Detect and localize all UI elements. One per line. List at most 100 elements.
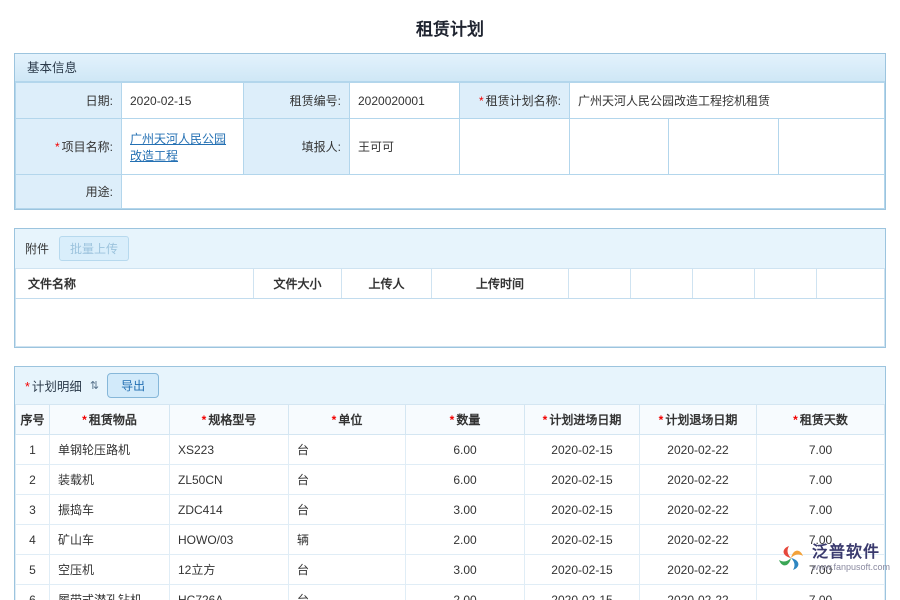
attachments-empty-area	[15, 299, 885, 347]
table-cell: 2020-02-15	[525, 525, 640, 555]
reporter-value: 王可可	[350, 119, 460, 175]
plan-detail-toolbar: *计划明细 ⇅ 导出	[15, 367, 885, 404]
table-row: 1单钢轮压路机XS223台6.002020-02-152020-02-227.0…	[16, 435, 885, 465]
required-mark: *	[25, 380, 30, 394]
column-header: *单位	[289, 405, 406, 435]
date-label: 日期:	[16, 83, 122, 119]
empty-cell	[460, 119, 570, 175]
table-row: 6履带式潜孔钻机HC726A台2.002020-02-152020-02-227…	[16, 585, 885, 600]
table-cell: 台	[289, 465, 406, 495]
table-cell: 2020-02-22	[640, 585, 757, 600]
purpose-label: 用途:	[16, 175, 122, 209]
column-header: 上传时间	[432, 269, 569, 299]
plan-name-label: *租赁计划名称:	[460, 83, 570, 119]
table-cell: 矿山车	[50, 525, 170, 555]
plan-detail-body: 1单钢轮压路机XS223台6.002020-02-152020-02-227.0…	[16, 435, 885, 600]
attachments-section-title: 附件	[25, 240, 49, 257]
required-mark: *	[659, 413, 664, 427]
required-mark: *	[332, 413, 337, 427]
reporter-label: 填报人:	[244, 119, 350, 175]
table-cell: 2020-02-22	[640, 525, 757, 555]
table-cell: 单钢轮压路机	[50, 435, 170, 465]
field-label: 填报人:	[302, 140, 341, 154]
table-cell: 4	[16, 525, 50, 555]
rental-no-label: 租赁编号:	[244, 83, 350, 119]
column-header: *规格型号	[170, 405, 289, 435]
basic-info-section: 基本信息 日期: 2020-02-15 租赁编号: 2020020001 *租赁…	[14, 53, 886, 210]
table-cell: 2020-02-15	[525, 495, 640, 525]
table-cell: 台	[289, 555, 406, 585]
required-mark: *	[479, 94, 484, 108]
table-cell: 2020-02-22	[640, 465, 757, 495]
empty-column-header	[817, 269, 885, 299]
purpose-value	[122, 175, 885, 209]
empty-column-header	[631, 269, 693, 299]
table-row: 2装载机ZL50CN台6.002020-02-152020-02-227.00	[16, 465, 885, 495]
table-cell: 振捣车	[50, 495, 170, 525]
table-cell: 空压机	[50, 555, 170, 585]
empty-column-header	[693, 269, 755, 299]
project-value: 广州天河人民公园改造工程	[122, 119, 244, 175]
column-header: *计划进场日期	[525, 405, 640, 435]
table-cell: 6	[16, 585, 50, 600]
field-label: 日期:	[86, 94, 113, 108]
table-cell: 6.00	[406, 465, 525, 495]
table-row: 用途:	[16, 175, 885, 209]
column-header: *数量	[406, 405, 525, 435]
table-cell: 2	[16, 465, 50, 495]
table-cell: 2020-02-15	[525, 555, 640, 585]
project-label: *项目名称:	[16, 119, 122, 175]
table-cell: 3.00	[406, 555, 525, 585]
table-cell: 2020-02-15	[525, 585, 640, 600]
section-title-text: 计划明细	[32, 380, 82, 394]
empty-cell	[669, 119, 779, 175]
watermark-text: 泛普软件 www.fanpusoft.com	[812, 544, 890, 573]
column-header: 文件大小	[254, 269, 342, 299]
required-mark: *	[55, 140, 60, 154]
table-cell: 履带式潜孔钻机	[50, 585, 170, 600]
column-header: *租赁物品	[50, 405, 170, 435]
fanpu-logo-icon	[776, 543, 806, 573]
field-label: 租赁计划名称:	[486, 94, 561, 108]
table-cell: XS223	[170, 435, 289, 465]
attachments-table: 文件名称 文件大小 上传人 上传时间	[15, 268, 885, 299]
vendor-watermark: 泛普软件 www.fanpusoft.com	[776, 543, 890, 573]
table-cell: 7.00	[757, 585, 885, 600]
plan-detail-header-row: 序号*租赁物品*规格型号*单位*数量*计划进场日期*计划退场日期*租赁天数	[16, 405, 885, 435]
watermark-url: www.fanpusoft.com	[812, 562, 890, 572]
attachments-section: 附件 批量上传 文件名称 文件大小 上传人 上传时间	[14, 228, 886, 348]
table-row: 5空压机12立方台3.002020-02-152020-02-227.00	[16, 555, 885, 585]
table-cell: 2020-02-15	[525, 435, 640, 465]
required-mark: *	[793, 413, 798, 427]
sort-icon[interactable]: ⇅	[90, 379, 99, 392]
date-value: 2020-02-15	[122, 83, 244, 119]
required-mark: *	[543, 413, 548, 427]
basic-info-section-header: 基本信息	[15, 54, 885, 82]
table-row: 日期: 2020-02-15 租赁编号: 2020020001 *租赁计划名称:…	[16, 83, 885, 119]
batch-upload-button[interactable]: 批量上传	[59, 236, 129, 261]
export-button[interactable]: 导出	[107, 373, 159, 398]
field-label: 租赁编号:	[290, 94, 341, 108]
table-cell: 2.00	[406, 585, 525, 600]
table-cell: 5	[16, 555, 50, 585]
plan-detail-table: 序号*租赁物品*规格型号*单位*数量*计划进场日期*计划退场日期*租赁天数 1单…	[15, 404, 885, 600]
table-cell: 7.00	[757, 465, 885, 495]
table-cell: 辆	[289, 525, 406, 555]
table-cell: 2020-02-22	[640, 435, 757, 465]
table-cell: 6.00	[406, 435, 525, 465]
table-cell: 3	[16, 495, 50, 525]
watermark-brand: 泛普软件	[812, 544, 890, 562]
page-title: 租赁计划	[0, 0, 900, 53]
project-link[interactable]: 广州天河人民公园改造工程	[130, 132, 226, 163]
table-cell: 2020-02-15	[525, 465, 640, 495]
table-cell: 台	[289, 435, 406, 465]
table-cell: 2020-02-22	[640, 495, 757, 525]
table-cell: ZL50CN	[170, 465, 289, 495]
plan-detail-section-title: *计划明细	[25, 376, 82, 395]
table-cell: 12立方	[170, 555, 289, 585]
table-cell: HOWO/03	[170, 525, 289, 555]
table-cell: 7.00	[757, 435, 885, 465]
plan-detail-section: *计划明细 ⇅ 导出 序号*租赁物品*规格型号*单位*数量*计划进场日期*计划退…	[14, 366, 886, 600]
table-cell: 台	[289, 495, 406, 525]
table-cell: ZDC414	[170, 495, 289, 525]
